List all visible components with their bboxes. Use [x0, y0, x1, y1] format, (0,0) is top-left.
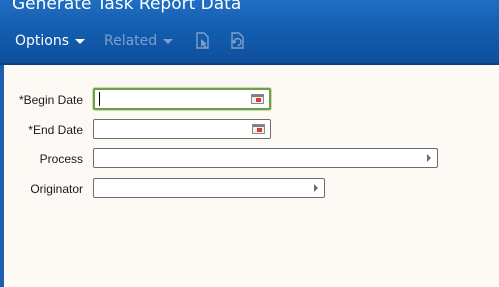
end-date-field[interactable]	[93, 119, 271, 139]
options-label: Options	[15, 33, 70, 49]
chevron-right-icon[interactable]	[427, 154, 431, 162]
title-bar: Generate Task Report Data	[0, 0, 499, 18]
originator-field[interactable]	[93, 178, 325, 198]
process-field[interactable]	[93, 148, 438, 168]
begin-date-label: *Begin Date	[18, 93, 83, 107]
document-refresh-icon[interactable]	[229, 32, 245, 50]
chevron-right-icon[interactable]	[314, 184, 318, 192]
options-menu-button[interactable]: Options	[15, 32, 86, 50]
calendar-icon[interactable]	[252, 124, 265, 134]
end-date-label: *End Date	[28, 123, 83, 137]
left-edge-bar	[0, 65, 4, 287]
text-cursor	[99, 92, 100, 106]
related-menu-button[interactable]: Related	[104, 32, 174, 50]
chevron-down-icon	[163, 38, 174, 44]
calendar-icon[interactable]	[251, 94, 264, 104]
window-title: Generate Task Report Data	[12, 0, 242, 14]
process-label: Process	[39, 152, 83, 166]
originator-label: Originator	[30, 182, 83, 196]
begin-date-field[interactable]	[93, 88, 271, 110]
document-cursor-icon[interactable]	[195, 32, 211, 50]
related-label: Related	[104, 33, 158, 49]
toolbar: Options Related	[0, 18, 499, 65]
chevron-down-icon	[75, 38, 86, 44]
